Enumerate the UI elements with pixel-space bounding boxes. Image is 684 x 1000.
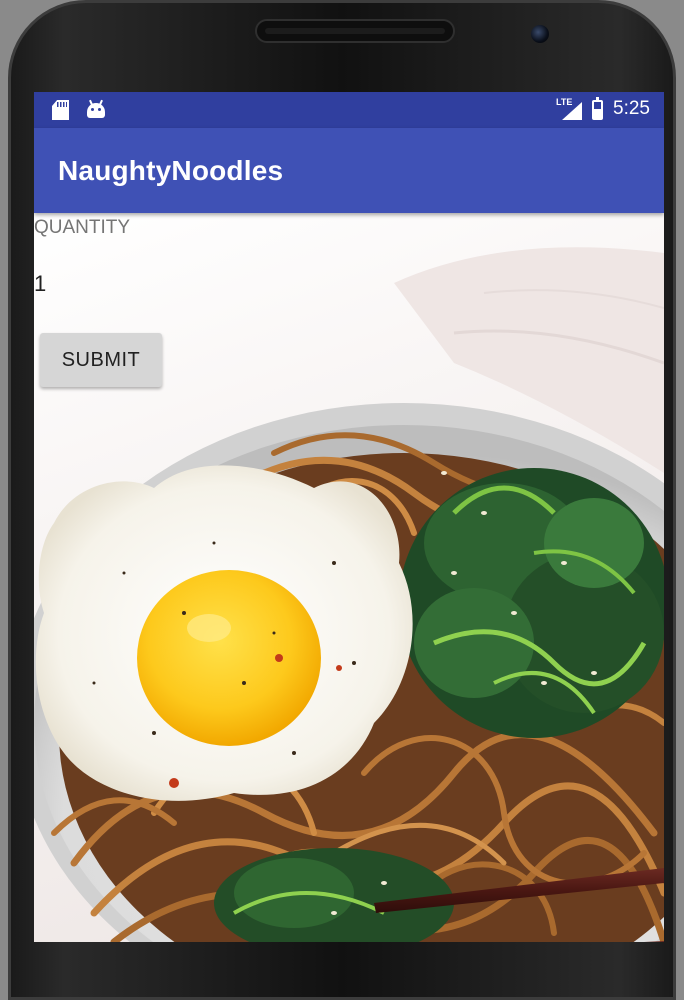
main-content: QUANTITY 1 SUBMIT: [34, 213, 664, 942]
status-notifications: [52, 99, 105, 120]
battery-icon: [592, 97, 604, 120]
device-screen: LTE 5:25 NaughtyNoodles QUANTITY 1 SUBMI…: [34, 92, 664, 942]
earpiece-speaker: [255, 19, 455, 43]
app-bar: NaughtyNoodles: [34, 128, 664, 213]
status-system-icons: LTE 5:25: [556, 97, 650, 120]
signal-icon: LTE: [556, 97, 583, 120]
quantity-input[interactable]: 1: [34, 271, 46, 297]
quantity-label: QUANTITY: [34, 217, 131, 238]
app-title: NaughtyNoodles: [58, 155, 284, 186]
noodle-bowl-photo: [34, 213, 664, 942]
status-bar: LTE 5:25: [34, 92, 664, 128]
front-camera: [531, 25, 549, 43]
sd-card-icon: [52, 100, 69, 120]
submit-button[interactable]: SUBMIT: [40, 333, 162, 387]
network-type-label: LTE: [556, 97, 573, 107]
android-icon: [87, 99, 105, 118]
status-clock: 5:25: [613, 98, 650, 119]
